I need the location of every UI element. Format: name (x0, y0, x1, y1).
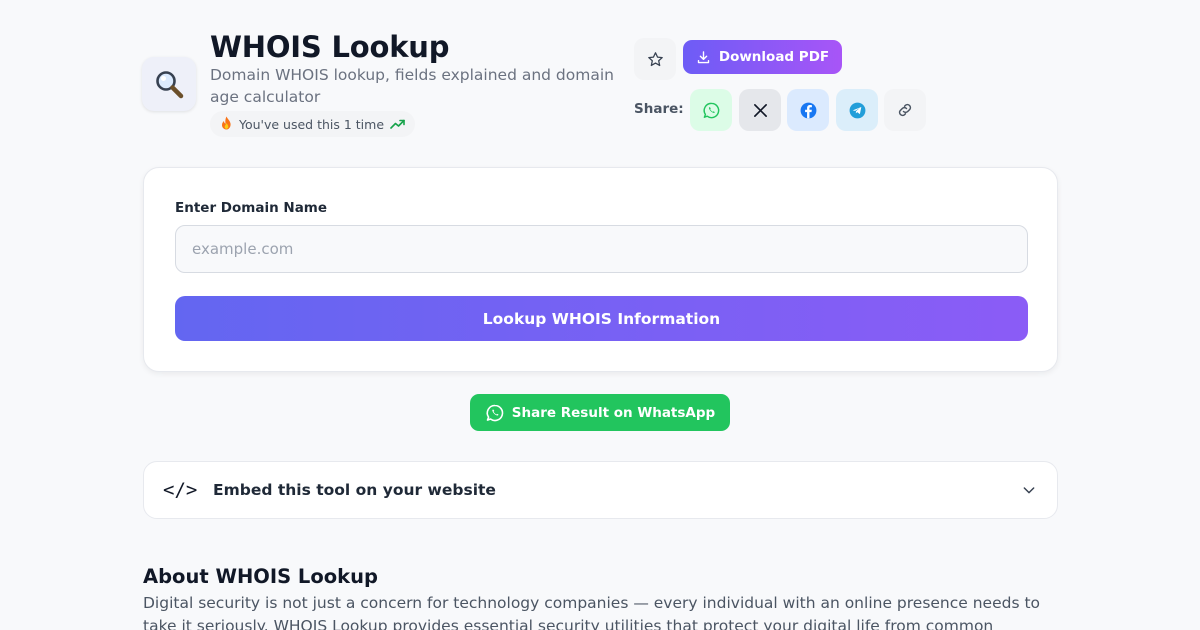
star-icon (647, 51, 663, 66)
header-actions: Download PDF Share: (634, 30, 934, 140)
page-title: WHOIS Lookup (210, 30, 450, 64)
share-result-whatsapp-button[interactable]: Share Result on WhatsApp (470, 394, 730, 431)
embed-title: Embed this tool on your website (213, 481, 496, 499)
x-logo-icon (753, 103, 767, 117)
whatsapp-icon (702, 102, 719, 118)
code-icon: </> (163, 479, 198, 501)
download-pdf-button[interactable]: Download PDF (683, 40, 842, 74)
facebook-icon (800, 102, 816, 118)
share-facebook-button[interactable] (787, 89, 829, 131)
download-pdf-label: Download PDF (718, 49, 830, 65)
lookup-whois-button[interactable]: Lookup WHOIS Information (175, 296, 1028, 341)
magnifier-icon (142, 57, 196, 111)
telegram-icon (849, 102, 865, 118)
tool-header: WHOIS Lookup Domain WHOIS lookup, fields… (142, 30, 1058, 140)
copy-link-button[interactable] (884, 89, 926, 131)
chevron-down-icon (1023, 487, 1035, 494)
share-x-button[interactable] (739, 89, 781, 131)
domain-field-label: Enter Domain Name (175, 200, 328, 216)
download-icon (697, 50, 710, 63)
embed-tool-toggle[interactable]: </> Embed this tool on your website (143, 461, 1058, 519)
share-result-label: Share Result on WhatsApp (511, 404, 716, 421)
trending-up-icon (390, 117, 405, 132)
share-telegram-button[interactable] (836, 89, 878, 131)
link-icon (898, 103, 912, 117)
share-whatsapp-button[interactable] (690, 89, 732, 131)
favorite-button[interactable] (634, 38, 676, 80)
about-title: About WHOIS Lookup (143, 565, 378, 588)
page-subtitle: Domain WHOIS lookup, fields explained an… (210, 66, 614, 106)
about-text: Digital security is not just a concern f… (143, 594, 1041, 630)
share-label: Share: (634, 101, 684, 117)
domain-input[interactable] (175, 225, 1028, 273)
usage-badge: You've used this 1 time (210, 111, 416, 137)
lookup-form-card: Enter Domain Name Lookup WHOIS Informati… (143, 167, 1058, 372)
whatsapp-icon (486, 404, 504, 421)
fire-icon (220, 116, 233, 133)
usage-text: You've used this 1 time (239, 116, 385, 132)
